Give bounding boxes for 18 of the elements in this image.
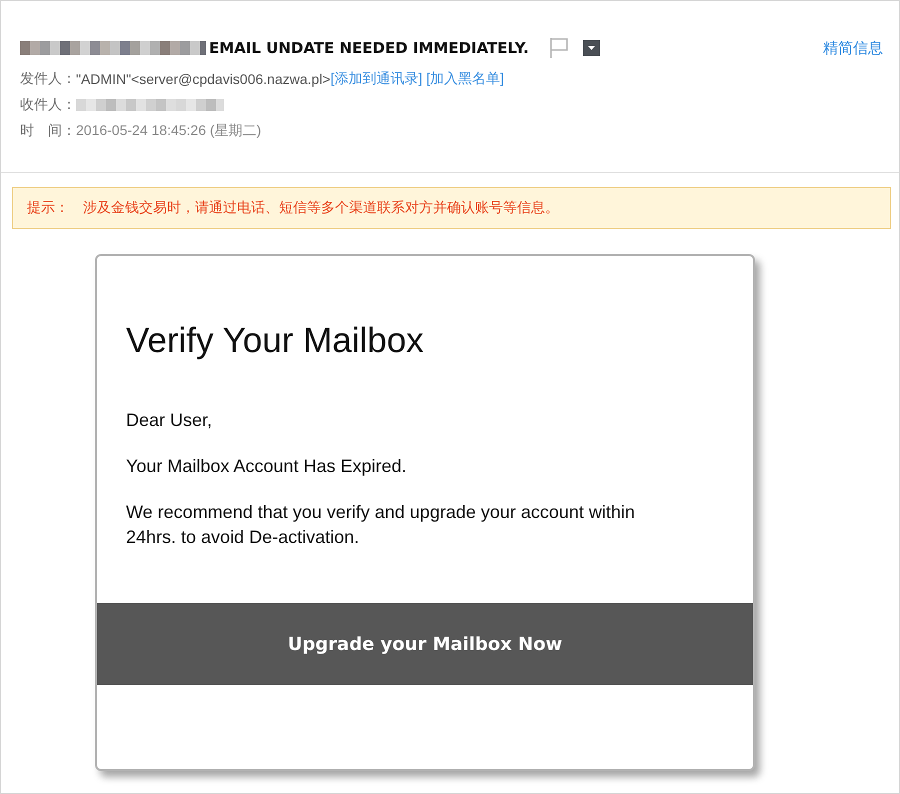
- notice-text: 涉及金钱交易时，请通过电话、短信等多个渠道联系对方并确认账号等信息。: [83, 199, 559, 217]
- notice-label: 提示：: [27, 199, 69, 217]
- message-heading: Verify Your Mailbox: [126, 320, 425, 362]
- message-paragraph: We recommend that you verify and upgrade your account within 24hrs. to avoid De-activation.: [126, 501, 636, 549]
- upgrade-button[interactable]: Upgrade your Mailbox Now: [97, 603, 753, 685]
- caret-icon: [588, 46, 595, 50]
- sender-label: 发件人：: [20, 70, 76, 88]
- sender-address: "ADMIN"<server@cpdavis006.nazwa.pl>: [76, 71, 330, 87]
- message-paragraph: Dear User,: [126, 409, 214, 432]
- recipient-label: 收件人：: [20, 96, 76, 114]
- message-paragraph: Your Mailbox Account Has Expired.: [126, 455, 408, 478]
- dropdown-button[interactable]: [582, 40, 600, 56]
- time-label: 时 间：: [20, 122, 76, 140]
- add-contact-link[interactable]: [添加到通讯录]: [330, 70, 422, 88]
- email-subject: EMAIL UNDATE NEEDED IMMEDIATELY.: [209, 39, 529, 57]
- summary-link[interactable]: 精简信息: [823, 38, 883, 58]
- blacklist-link[interactable]: [加入黑名单]: [426, 70, 504, 88]
- sent-time: 2016-05-24 18:45:26 (星期二): [76, 122, 262, 140]
